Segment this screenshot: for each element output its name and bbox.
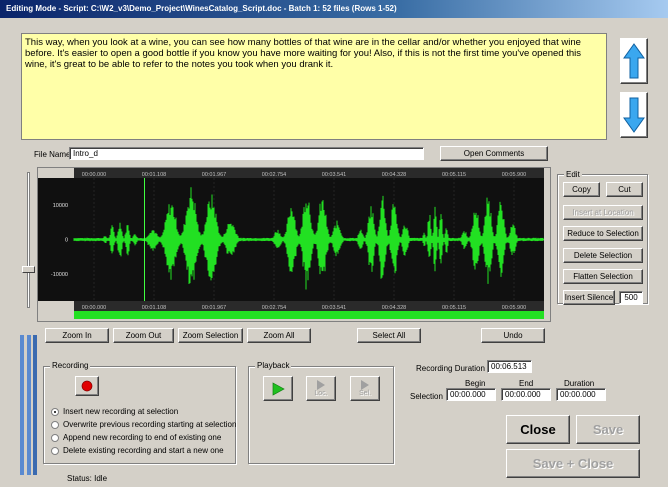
silence-duration-field[interactable]: 500 <box>619 291 643 304</box>
time-tick-label: 00:03.541 <box>322 305 346 311</box>
file-name-label: File Name <box>34 150 71 159</box>
play-from-location-button[interactable]: Loc. <box>306 376 336 401</box>
close-button[interactable]: Close <box>506 415 570 444</box>
window-title: Editing Mode - Script: C:\W2_v3\Demo_Pro… <box>0 0 668 18</box>
play-button[interactable] <box>263 376 293 401</box>
waveform-display[interactable]: 00:00.000 00:01.108 00:01.967 00:02.754 00:0… <box>38 168 550 321</box>
time-tick-label: 00:01.108 <box>142 305 166 311</box>
amplitude-ruler <box>38 178 74 301</box>
open-comments-button[interactable]: Open Comments <box>440 146 548 161</box>
zoom-all-button[interactable]: Zoom All <box>247 328 311 343</box>
script-text-panel: This way, when you look at a wine, you c… <box>21 33 607 140</box>
recording-option-label: Append new recording to end of existing … <box>63 433 222 442</box>
play-icon <box>317 380 325 390</box>
status-text: Status: Idle <box>67 474 108 483</box>
zoom-selection-button[interactable]: Zoom Selection <box>178 328 243 343</box>
edit-group-title: Edit <box>564 170 582 179</box>
insert-silence-button[interactable]: Insert Silence <box>563 290 615 305</box>
volume-slider-thumb[interactable] <box>22 266 35 273</box>
arrow-down-icon <box>623 97 645 133</box>
scroll-bar <box>74 311 544 319</box>
accent-bar <box>20 335 37 475</box>
selection-begin-field[interactable]: 00:00.000 <box>446 388 496 401</box>
recording-option-overwrite[interactable]: Overwrite previous recording starting at… <box>51 420 236 429</box>
arrow-up-icon <box>623 43 645 79</box>
waveform-panel[interactable]: 00:00.000 00:01.108 00:01.967 00:02.754 00:0… <box>37 167 551 322</box>
time-tick-label: 00:00.000 <box>82 172 106 178</box>
recording-option-delete[interactable]: Delete existing recording and start a ne… <box>51 446 224 455</box>
time-tick-label: 00:05.115 <box>442 172 466 178</box>
time-tick-label: 00:05.900 <box>502 305 526 311</box>
playback-group-title: Playback <box>255 361 292 370</box>
file-name-field[interactable]: Intro_d <box>69 147 424 160</box>
recording-option-insert[interactable]: Insert new recording at selection <box>51 407 178 416</box>
time-tick-label: 00:01.967 <box>202 305 226 311</box>
radio-button[interactable] <box>51 433 59 442</box>
time-tick-label: 00:02.754 <box>262 172 286 178</box>
undo-button[interactable]: Undo <box>481 328 545 343</box>
play-location-label: Loc. <box>314 390 328 397</box>
time-tick-label: 00:04.328 <box>382 172 406 178</box>
play-icon <box>361 380 369 390</box>
play-icon <box>272 381 285 396</box>
time-tick-label: 00:02.754 <box>262 305 286 311</box>
zoom-out-button[interactable]: Zoom Out <box>113 328 174 343</box>
recording-option-label: Overwrite previous recording starting at… <box>63 420 237 429</box>
duration-column-label: Duration <box>564 379 595 388</box>
end-label: End <box>519 379 534 388</box>
flatten-selection-button[interactable]: Flatten Selection <box>563 269 643 284</box>
recording-option-append[interactable]: Append new recording to end of existing … <box>51 433 221 442</box>
selection-label: Selection <box>410 392 443 401</box>
radio-button[interactable] <box>51 420 59 429</box>
radio-button[interactable] <box>51 446 59 455</box>
recording-duration-label: Recording Duration <box>416 364 485 373</box>
selection-duration-field: 00:00.000 <box>556 388 606 401</box>
time-tick-label: 00:01.108 <box>142 172 166 178</box>
reduce-to-selection-button[interactable]: Reduce to Selection <box>563 226 643 241</box>
previous-item-button[interactable] <box>620 38 648 84</box>
time-tick-label: 00:05.115 <box>442 305 466 311</box>
insert-at-location-button[interactable]: Insert at Location <box>563 205 643 220</box>
recording-group-title: Recording <box>50 361 91 370</box>
zoom-in-button[interactable]: Zoom In <box>45 328 109 343</box>
time-tick-label: 00:05.900 <box>502 172 526 178</box>
radio-button[interactable] <box>51 407 59 416</box>
begin-label: Begin <box>465 379 486 388</box>
time-tick-label: 00:04.328 <box>382 305 406 311</box>
save-button[interactable]: Save <box>576 415 640 444</box>
time-tick-label: 00:01.967 <box>202 172 226 178</box>
recording-duration-field: 00:06.513 <box>487 360 532 373</box>
script-text: This way, when you look at a wine, you c… <box>25 37 581 70</box>
selection-end-field[interactable]: 00:00.000 <box>501 388 551 401</box>
volume-slider-track[interactable] <box>27 172 30 308</box>
time-tick-label: 00:03.541 <box>322 172 346 178</box>
recording-option-label: Insert new recording at selection <box>63 407 179 416</box>
amplitude-tick-label: 10000 <box>53 203 68 209</box>
delete-selection-button[interactable]: Delete Selection <box>563 248 643 263</box>
next-item-button[interactable] <box>620 92 648 138</box>
recording-option-label: Delete existing recording and start a ne… <box>63 446 224 455</box>
record-button[interactable] <box>75 376 99 396</box>
amplitude-tick-label: -10000 <box>51 272 68 278</box>
record-icon <box>81 380 93 392</box>
select-all-button[interactable]: Select All <box>357 328 421 343</box>
amplitude-tick-label: 0 <box>65 238 68 244</box>
time-tick-label: 00:00.000 <box>82 305 106 311</box>
cut-button[interactable]: Cut <box>606 182 643 197</box>
play-selection-label: Sel. <box>358 390 372 397</box>
play-selection-button[interactable]: Sel. <box>350 376 380 401</box>
copy-button[interactable]: Copy <box>563 182 600 197</box>
save-and-close-button[interactable]: Save + Close <box>506 449 640 478</box>
